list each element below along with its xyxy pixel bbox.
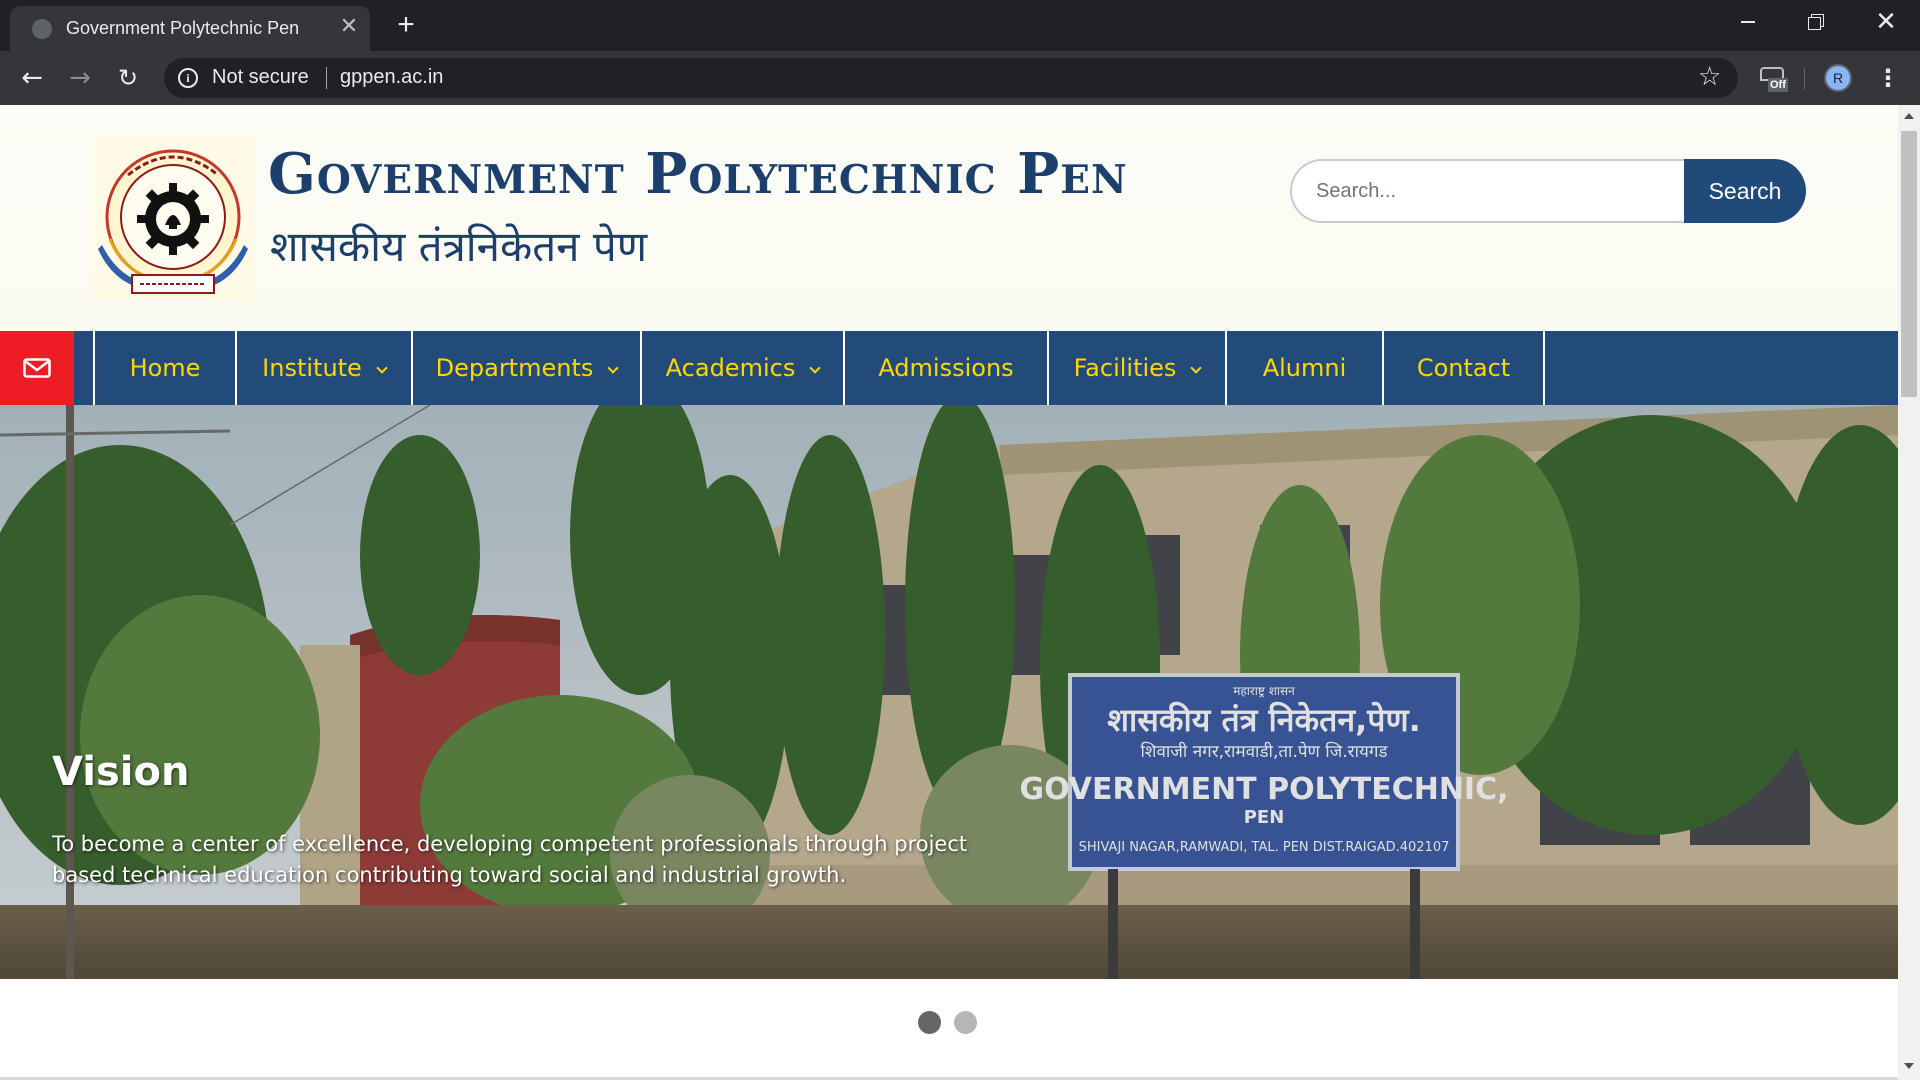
hero-carousel-slide[interactable]: महाराष्ट्र शासन शासकीय तंत्र निकेतन,पेण.… [0,405,1898,979]
profile-avatar[interactable]: R [1824,64,1852,92]
nav-contact[interactable]: Contact [1382,331,1543,405]
mail-button[interactable] [0,331,74,405]
nav-academics[interactable]: Academics [640,331,843,405]
arrow-right-icon[interactable]: → [62,61,98,97]
arrow-left-icon[interactable]: ← [14,61,50,97]
url-text[interactable]: gppen.ac.in [340,66,443,89]
nav-institute[interactable]: Institute [235,331,411,405]
scroll-thumb[interactable] [1901,131,1917,397]
hero-heading: Vision [52,749,190,795]
kebab-menu-icon[interactable]: ⋮ [1876,63,1900,93]
window-restore-button[interactable] [1786,0,1846,44]
security-label[interactable]: Not secure [212,66,309,89]
emblem-graphic [98,149,248,294]
campus-photo: महाराष्ट्र शासन शासकीय तंत्र निकेतन,पेण.… [0,405,1898,979]
star-icon[interactable]: ☆ [1698,62,1721,92]
scroll-down-arrow-icon[interactable] [1904,1063,1914,1069]
browser-tab[interactable]: Government Polytechnic Pen ✕ [10,6,370,51]
omnibox-divider [326,67,327,89]
site-header: Government Polytechnic Pen शासकीय तंत्रन… [0,105,1898,331]
nav-facilities[interactable]: Facilities [1047,331,1225,405]
nav-home-label: Home [129,354,201,382]
site-subtitle: शासकीय तंत्रनिकेतन पेण [270,222,648,271]
nav-departments[interactable]: Departments [411,331,640,405]
chevron-down-icon [1190,362,1203,374]
globe-icon [32,19,52,39]
nav-alumni-label: Alumni [1262,354,1347,382]
address-bar[interactable]: i Not secure gppen.ac.in ☆ [164,58,1738,98]
search-form: Search [1290,159,1806,223]
new-tab-button[interactable]: + [390,10,422,42]
search-input[interactable] [1290,159,1690,223]
toolbar-divider [1804,68,1805,90]
browser-toolbar: ← → ↻ i Not secure gppen.ac.in ☆ Off R ⋮ [0,51,1920,105]
vertical-scrollbar[interactable] [1898,105,1920,1080]
browser-titlebar: Government Polytechnic Pen ✕ + ✕ [0,0,1920,51]
extension-icon[interactable]: Off [1758,65,1790,93]
nav-home[interactable]: Home [93,331,235,405]
chevron-down-icon [376,362,388,374]
scroll-up-arrow-icon[interactable] [1904,113,1914,119]
envelope-icon [23,358,51,378]
extension-badge: Off [1768,78,1788,92]
window-close-button[interactable]: ✕ [1856,0,1916,44]
chevron-down-icon [809,362,821,374]
nav-admissions-label: Admissions [878,354,1014,382]
college-logo[interactable] [92,135,254,300]
tab-title: Government Polytechnic Pen [66,18,300,38]
reload-icon[interactable]: ↻ [110,61,146,97]
tab-close-icon[interactable]: ✕ [336,14,362,40]
nav-divider [1543,331,1545,405]
info-icon[interactable]: i [178,68,198,88]
carousel-dot-1[interactable] [918,1011,941,1034]
page-viewport: Government Polytechnic Pen शासकीय तंत्रन… [0,105,1920,1080]
nav-alumni[interactable]: Alumni [1225,331,1382,405]
chevron-down-icon [607,362,620,374]
main-navbar: Home Institute Departments Academics Adm… [0,331,1898,405]
nav-institute-label: Institute [262,354,362,382]
nav-admissions[interactable]: Admissions [843,331,1047,405]
carousel-indicators [918,1011,978,1035]
nav-facilities-label: Facilities [1073,354,1177,382]
nav-contact-label: Contact [1416,354,1511,382]
site-title[interactable]: Government Polytechnic Pen [268,141,1128,207]
hero-text: To become a center of excellence, develo… [52,832,968,887]
nav-academics-label: Academics [665,354,796,382]
nav-departments-label: Departments [435,354,594,382]
window-minimize-button[interactable] [1718,0,1778,44]
search-button[interactable]: Search [1684,159,1806,223]
carousel-dot-2[interactable] [954,1011,977,1034]
